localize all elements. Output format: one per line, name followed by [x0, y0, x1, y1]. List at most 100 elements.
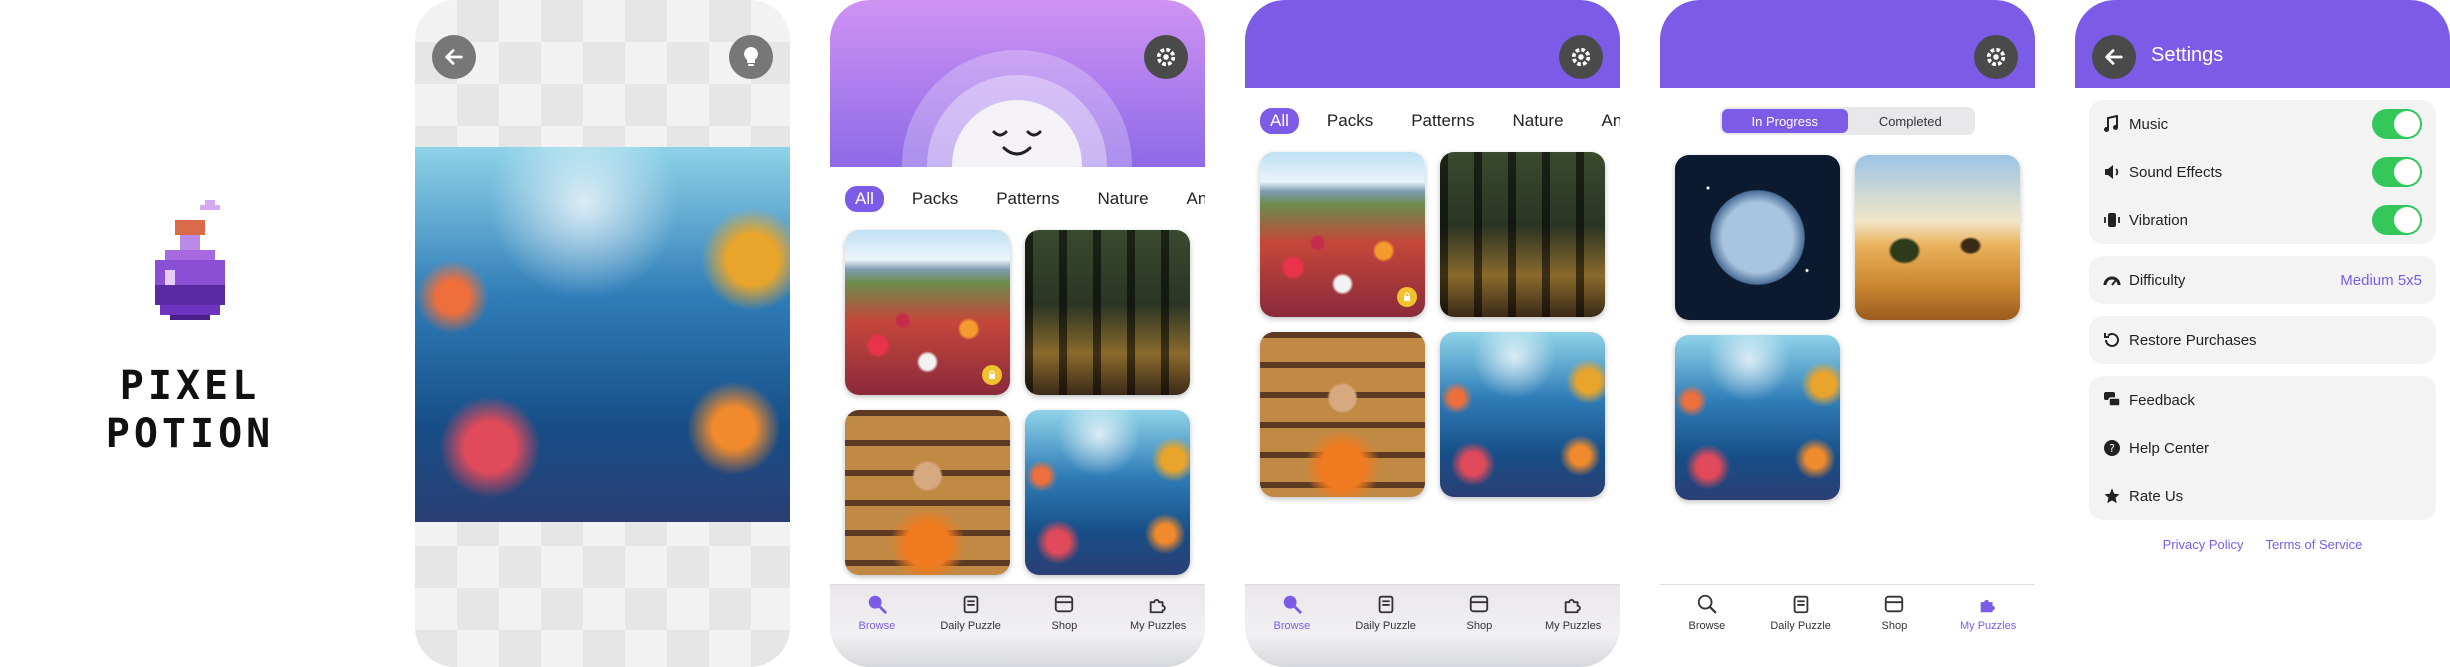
chip-patterns[interactable]: Patterns — [1401, 108, 1484, 134]
vibration-row: Vibration — [2089, 196, 2436, 244]
audio-settings-group: Music Sound Effects Vibration — [2089, 100, 2436, 244]
calendar-icon — [963, 595, 978, 614]
difficulty-row[interactable]: Difficulty Medium 5x5 — [2089, 256, 2436, 304]
search-icon — [1283, 595, 1302, 614]
svg-text:?: ? — [2109, 442, 2115, 455]
question-icon: ? — [2103, 439, 2129, 457]
tab-my-puzzles[interactable]: My Puzzles — [1113, 593, 1203, 667]
tab-browse[interactable]: Browse — [1662, 593, 1752, 667]
tab-shop[interactable]: Shop — [1019, 593, 1109, 667]
tab-daily-puzzle[interactable]: Daily Puzzle — [926, 593, 1016, 667]
feedback-label: Feedback — [2129, 391, 2195, 409]
category-filter: All Packs Patterns Nature Animals — [845, 186, 1205, 212]
tab-label: My Puzzles — [1545, 620, 1602, 632]
puzzle-tile[interactable] — [845, 230, 1010, 395]
chip-animals[interactable]: Animals — [1592, 108, 1620, 134]
tab-label: Browse — [1688, 620, 1726, 632]
chip-all[interactable]: All — [845, 186, 884, 212]
legal-links: Privacy Policy Terms of Service — [2075, 537, 2450, 552]
tab-label: My Puzzles — [1960, 620, 2017, 632]
puzzle-tile[interactable] — [1675, 155, 1840, 320]
purchases-group: Restore Purchases — [2089, 316, 2436, 364]
hint-button[interactable] — [729, 35, 773, 79]
chip-nature[interactable]: Nature — [1503, 108, 1574, 134]
search-icon — [868, 595, 887, 614]
tab-label: My Puzzles — [1130, 620, 1187, 632]
music-note-icon — [2103, 115, 2129, 133]
category-filter: All Packs Patterns Nature Animals — [1260, 108, 1620, 134]
puzzle-tile[interactable] — [1440, 152, 1605, 317]
lock-icon — [982, 365, 1002, 385]
settings-button[interactable] — [1144, 35, 1188, 79]
puzzle-tile[interactable] — [1675, 335, 1840, 500]
tab-daily-puzzle[interactable]: Daily Puzzle — [1341, 593, 1431, 667]
sound-effects-label: Sound Effects — [2129, 163, 2223, 181]
back-button[interactable] — [432, 35, 476, 79]
tab-browse[interactable]: Browse — [1247, 593, 1337, 667]
tab-label: Daily Puzzle — [1355, 620, 1416, 632]
puzzle-tile[interactable] — [1025, 230, 1190, 395]
feedback-icon — [2103, 391, 2129, 409]
store-icon — [1055, 595, 1074, 613]
tab-my-puzzles[interactable]: My Puzzles — [1943, 593, 2033, 667]
segment-completed[interactable]: Completed — [1848, 109, 1974, 133]
puzzle-tile[interactable] — [1260, 332, 1425, 497]
chip-nature[interactable]: Nature — [1088, 186, 1159, 212]
privacy-policy-link[interactable]: Privacy Policy — [2163, 537, 2244, 552]
tab-label: Daily Puzzle — [1770, 620, 1831, 632]
music-toggle[interactable] — [2372, 109, 2422, 139]
difficulty-label: Difficulty — [2129, 271, 2186, 289]
header-banner — [830, 0, 1205, 167]
puzzle-board[interactable] — [415, 147, 790, 522]
puzzle-screen — [415, 0, 790, 667]
tab-label: Shop — [1881, 620, 1908, 632]
tab-shop[interactable]: Shop — [1434, 593, 1524, 667]
puzzle-tile[interactable] — [1025, 410, 1190, 575]
gear-icon — [1571, 47, 1591, 67]
puzzle-tile[interactable] — [1260, 152, 1425, 317]
difficulty-group: Difficulty Medium 5x5 — [2089, 256, 2436, 304]
back-button[interactable] — [2092, 35, 2136, 79]
chip-patterns[interactable]: Patterns — [986, 186, 1069, 212]
gear-icon — [1986, 47, 2006, 67]
puzzle-tile[interactable] — [845, 410, 1010, 575]
sound-effects-toggle[interactable] — [2372, 157, 2422, 187]
puzzle-tile[interactable] — [1440, 332, 1605, 497]
puzzle-icon — [1564, 598, 1581, 614]
music-label: Music — [2129, 115, 2169, 133]
store-icon — [1885, 595, 1904, 613]
arrow-left-icon — [445, 49, 463, 65]
chip-packs[interactable]: Packs — [1317, 108, 1383, 134]
gear-icon — [1156, 47, 1176, 67]
my-puzzles-screen: In Progress Completed Browse Daily Puzzl… — [1660, 0, 2035, 667]
terms-of-service-link[interactable]: Terms of Service — [2266, 537, 2363, 552]
vibration-toggle[interactable] — [2372, 205, 2422, 235]
chip-animals[interactable]: Animals — [1177, 186, 1205, 212]
chip-all[interactable]: All — [1260, 108, 1299, 134]
app-store-screens: PIXEL POTION All Packs Patterns Nature A… — [0, 0, 2450, 667]
tab-browse[interactable]: Browse — [832, 593, 922, 667]
feedback-row[interactable]: Feedback — [2089, 376, 2436, 424]
tab-label: Shop — [1051, 620, 1078, 632]
tab-daily-puzzle[interactable]: Daily Puzzle — [1756, 593, 1846, 667]
tab-label: Browse — [1273, 620, 1311, 632]
tab-bar: Browse Daily Puzzle Shop My Puzzles — [1245, 584, 1620, 667]
tab-my-puzzles[interactable]: My Puzzles — [1528, 593, 1618, 667]
puzzle-icon — [1149, 598, 1166, 614]
calendar-icon — [1378, 595, 1393, 614]
chip-packs[interactable]: Packs — [902, 186, 968, 212]
potion-bottle-icon — [155, 200, 225, 320]
browse-scrolled-screen: All Packs Patterns Nature Animals Browse… — [1245, 0, 1620, 667]
puzzle-tile[interactable] — [1855, 155, 2020, 320]
restore-icon — [2103, 331, 2129, 349]
restore-purchases-row[interactable]: Restore Purchases — [2089, 316, 2436, 364]
help-center-row[interactable]: ? Help Center — [2089, 424, 2436, 472]
difficulty-value: Medium 5x5 — [2340, 271, 2422, 289]
rate-us-row[interactable]: Rate Us — [2089, 472, 2436, 520]
settings-button[interactable] — [1559, 35, 1603, 79]
settings-button[interactable] — [1974, 35, 2018, 79]
sound-effects-row: Sound Effects — [2089, 148, 2436, 196]
rate-us-label: Rate Us — [2129, 487, 2184, 505]
tab-shop[interactable]: Shop — [1849, 593, 1939, 667]
segment-in-progress[interactable]: In Progress — [1722, 109, 1848, 133]
